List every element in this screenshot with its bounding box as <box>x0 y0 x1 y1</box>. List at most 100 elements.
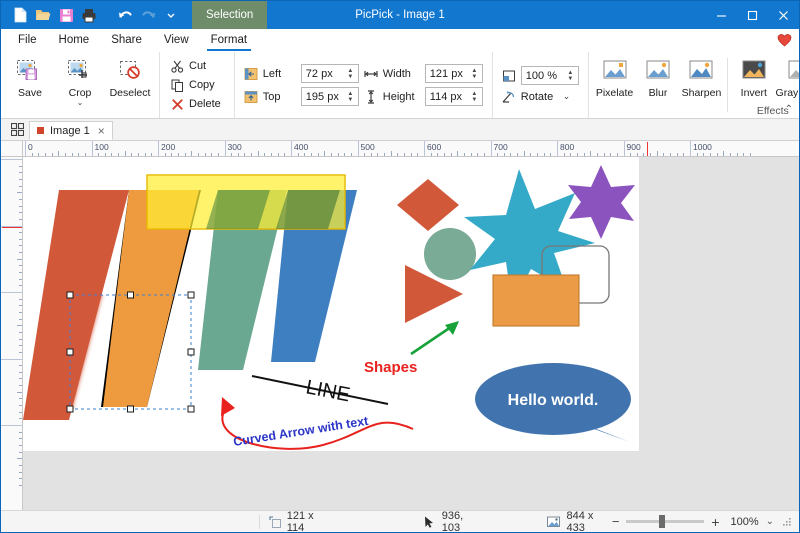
menu-item-home[interactable]: Home <box>48 30 101 51</box>
ruler-minor-tick <box>311 153 312 156</box>
document-tab-label: Image 1 <box>50 125 90 137</box>
menu-bar: File Home Share View Format <box>1 29 799 51</box>
close-icon[interactable]: × <box>98 124 105 138</box>
vertical-ruler[interactable]: 0100200300400 <box>1 157 23 515</box>
deselect-button[interactable]: Deselect <box>105 52 155 118</box>
zoom-out-button[interactable]: − <box>612 514 620 529</box>
cursor-icon <box>423 515 435 528</box>
menu-item-format[interactable]: Format <box>200 30 258 51</box>
ruler-minor-tick <box>178 153 179 156</box>
ruler-minor-tick <box>19 245 22 246</box>
image-canvas[interactable]: Hello world. Shapes LINE Cu <box>23 157 639 451</box>
ruler-minor-tick <box>19 385 22 386</box>
selection-context-tab[interactable]: Selection <box>192 1 267 29</box>
align-top-icon <box>244 89 259 104</box>
ruler-minor-tick <box>510 153 511 156</box>
ruler-minor-tick <box>683 153 684 156</box>
canvas-scroll-area[interactable]: Hello world. Shapes LINE Cu <box>23 157 799 515</box>
ruler-minor-tick <box>497 153 498 156</box>
align-left-icon <box>244 66 259 81</box>
ruler-tick <box>690 141 691 156</box>
chevron-down-icon[interactable]: ⌄ <box>766 516 774 527</box>
ruler-minor-tick <box>318 153 319 156</box>
ruler-minor-tick <box>697 153 698 156</box>
modified-indicator <box>37 127 44 134</box>
resize-grip-icon[interactable] <box>781 516 793 528</box>
ruler-minor-tick <box>371 153 372 156</box>
horizontal-ruler[interactable]: 01002003004005006007008009001000 <box>23 141 799 157</box>
ruler-minor-tick <box>544 153 545 156</box>
copy-button[interactable]: Copy <box>166 76 228 94</box>
chevron-down-icon[interactable]: ⌄ <box>563 91 571 102</box>
maximize-button[interactable] <box>737 1 768 29</box>
menu-item-file[interactable]: File <box>7 30 48 51</box>
left-spinner[interactable]: 72 px ▲▼ <box>301 64 359 83</box>
picpick-window: Selection PicPick - Image 1 File Home Sh… <box>0 0 800 533</box>
cut-label: Cut <box>189 60 206 72</box>
ruler-minor-tick <box>191 151 192 156</box>
chevron-down-icon[interactable]: ⌄ <box>77 99 84 106</box>
ruler-minor-tick <box>271 153 272 156</box>
copy-label: Copy <box>189 79 215 91</box>
new-icon[interactable] <box>9 4 31 26</box>
pixelate-icon <box>600 56 630 86</box>
ruler-minor-tick <box>19 219 22 220</box>
height-spinner-arrows[interactable]: ▲▼ <box>469 91 480 103</box>
scale-spinner[interactable]: 100 % ▲▼ <box>521 66 579 85</box>
save-button[interactable]: Save <box>5 52 55 118</box>
document-tab-image-1[interactable]: Image 1 × <box>29 121 113 140</box>
ruler-minor-tick <box>78 153 79 156</box>
undo-icon[interactable] <box>114 4 136 26</box>
circle-shape <box>424 228 476 280</box>
crop-button[interactable]: Crop ⌄ <box>55 52 105 118</box>
ruler-minor-tick <box>750 153 751 156</box>
height-spinner[interactable]: 114 px ▲▼ <box>425 87 483 106</box>
left-spinner-arrows[interactable]: ▲▼ <box>345 68 356 80</box>
ruler-minor-tick <box>19 186 22 187</box>
left-value: 72 px <box>306 68 345 80</box>
rotate-button[interactable]: Rotate ⌄ <box>502 89 571 104</box>
ribbon-collapse-icon[interactable]: ⌃ <box>785 104 793 115</box>
top-spinner-arrows[interactable]: ▲▼ <box>345 91 356 103</box>
zoom-slider-thumb[interactable] <box>659 515 665 528</box>
ruler-minor-tick <box>650 153 651 156</box>
ruler-corner <box>1 141 23 157</box>
ruler-tick <box>1 159 22 160</box>
ruler-minor-tick <box>19 405 22 406</box>
ruler-minor-tick <box>630 153 631 156</box>
zoom-slider[interactable] <box>626 520 704 523</box>
ruler-minor-tick <box>19 285 22 286</box>
image-size-icon <box>547 515 560 528</box>
ruler-minor-tick <box>19 372 22 373</box>
ruler-minor-tick <box>411 153 412 156</box>
delete-button[interactable]: Delete <box>166 95 228 113</box>
ruler-tick <box>491 141 492 156</box>
tab-grid-icon[interactable] <box>5 119 29 140</box>
save-icon[interactable] <box>55 4 77 26</box>
heart-icon[interactable] <box>775 31 793 49</box>
customize-icon[interactable] <box>160 4 182 26</box>
ruler-minor-tick <box>524 151 525 156</box>
ruler-minor-tick <box>105 153 106 156</box>
ruler-minor-tick <box>17 392 22 393</box>
minimize-button[interactable] <box>706 1 737 29</box>
width-spinner[interactable]: 121 px ▲▼ <box>425 64 483 83</box>
ribbon-group-geometry: Left 72 px ▲▼ Width 121 px ▲▼ <box>234 52 492 118</box>
ruler-minor-tick <box>338 153 339 156</box>
ruler-minor-tick <box>717 153 718 156</box>
print-icon[interactable] <box>78 4 100 26</box>
ruler-minor-tick <box>111 153 112 156</box>
zoom-in-button[interactable]: + <box>711 514 719 530</box>
top-spinner[interactable]: 195 px ▲▼ <box>301 87 359 106</box>
open-icon[interactable] <box>32 4 54 26</box>
close-button[interactable] <box>768 1 799 29</box>
width-spinner-arrows[interactable]: ▲▼ <box>469 68 480 80</box>
scale-spinner-arrows[interactable]: ▲▼ <box>565 70 576 82</box>
menu-item-view[interactable]: View <box>153 30 200 51</box>
left-field-group: Left 72 px ▲▼ <box>244 64 359 83</box>
ruler-label: 0 <box>1 162 3 167</box>
ruler-minor-tick <box>17 325 22 326</box>
menu-item-share[interactable]: Share <box>100 30 153 51</box>
ruler-minor-tick <box>597 153 598 156</box>
cut-button[interactable]: Cut <box>166 57 228 75</box>
